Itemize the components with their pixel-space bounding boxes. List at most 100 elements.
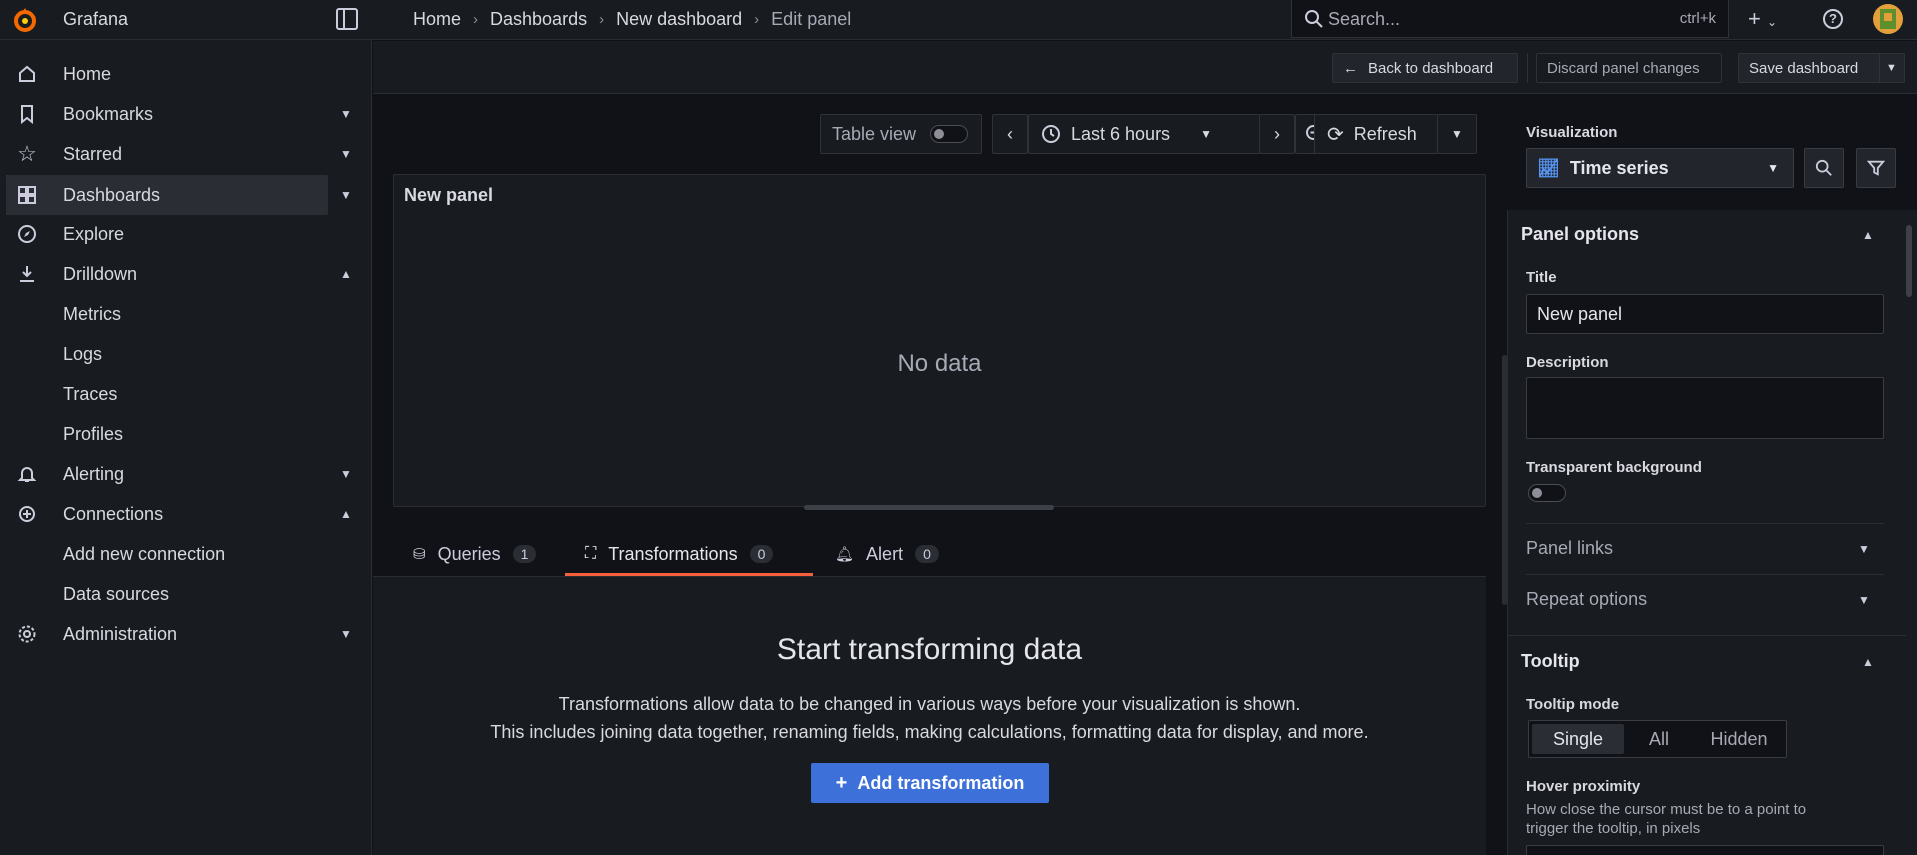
table-view-label: Table view xyxy=(832,123,917,144)
chevron-down-icon[interactable]: ▼ xyxy=(1858,542,1870,556)
help-icon[interactable]: ? xyxy=(1823,9,1843,29)
options-scrollbar[interactable] xyxy=(1906,225,1912,297)
save-options-dropdown[interactable]: ▼ xyxy=(1879,53,1905,83)
breadcrumb-home[interactable]: Home xyxy=(413,9,461,30)
sidebar-item-label: Alerting xyxy=(63,463,125,484)
sidebar-item-label: Administration xyxy=(63,623,178,644)
tab-label: Queries xyxy=(437,543,501,564)
add-transformation-button[interactable]: + Add transformation xyxy=(811,763,1049,803)
chevron-up-icon[interactable]: ▲ xyxy=(1862,228,1874,242)
cog-icon xyxy=(16,623,38,645)
chevron-down-icon: ▼ xyxy=(1200,127,1212,141)
time-range-back-button[interactable]: ‹ xyxy=(992,114,1028,154)
plus-icon: + xyxy=(835,771,848,794)
refresh-interval-dropdown[interactable]: ▼ xyxy=(1437,114,1477,154)
sidebar-item-profiles[interactable]: Profiles xyxy=(0,414,360,454)
chevron-down-icon[interactable]: ▼ xyxy=(340,107,352,121)
repeat-options-header[interactable]: Repeat options xyxy=(1526,589,1647,610)
count-badge: 0 xyxy=(749,545,774,563)
dock-menu-icon[interactable] xyxy=(336,8,358,30)
search-placeholder: Search... xyxy=(1328,9,1401,29)
chevron-right-icon: › xyxy=(1274,123,1280,144)
tooltip-mode-all[interactable]: All xyxy=(1624,724,1694,754)
tooltip-mode-hidden[interactable]: Hidden xyxy=(1694,724,1784,754)
title-input[interactable]: New panel xyxy=(1526,294,1884,334)
sidebar-item-data-sources[interactable]: Data sources xyxy=(0,574,360,614)
hover-desc-line-1: How close the cursor must be to a point … xyxy=(1526,801,1807,818)
refresh-label: Refresh xyxy=(1353,123,1417,144)
breadcrumb-new-dashboard[interactable]: New dashboard xyxy=(616,9,742,30)
count-badge: 1 xyxy=(512,545,537,563)
tab-alert[interactable]: 🔔︎ Alert 0 xyxy=(835,533,939,575)
search-icon xyxy=(1305,10,1323,28)
time-range-forward-button[interactable]: › xyxy=(1259,114,1295,154)
chevron-down-icon[interactable]: ▼ xyxy=(340,467,352,481)
back-to-dashboard-button[interactable]: ← Back to dashboard xyxy=(1332,53,1518,83)
filter-options-button[interactable] xyxy=(1856,148,1896,188)
sidebar-item-explore[interactable]: Explore xyxy=(0,214,360,254)
add-transformation-label: Add transformation xyxy=(857,772,1025,793)
save-dashboard-button[interactable]: Save dashboard xyxy=(1738,53,1888,83)
sidebar-item-label: Dashboards xyxy=(63,184,161,205)
grafana-logo-icon[interactable] xyxy=(10,5,40,35)
tooltip-mode-single[interactable]: Single xyxy=(1532,724,1624,754)
table-view-switch[interactable] xyxy=(930,125,969,143)
discard-panel-changes-button[interactable]: Discard panel changes xyxy=(1536,53,1722,83)
sidebar-item-label: Explore xyxy=(63,223,125,244)
sidebar-item-drilldown[interactable]: Drilldown ▲ xyxy=(0,254,360,294)
chevron-up-icon[interactable]: ▲ xyxy=(340,507,352,521)
description-label: Description xyxy=(1526,354,1609,371)
breadcrumb-dashboards[interactable]: Dashboards xyxy=(490,9,587,30)
connections-icon xyxy=(16,503,38,525)
chevron-up-icon[interactable]: ▲ xyxy=(340,267,352,281)
chevron-down-icon[interactable]: ▼ xyxy=(1858,593,1870,607)
tooltip-header[interactable]: Tooltip xyxy=(1521,651,1580,672)
sidebar-item-connections[interactable]: Connections ▲ xyxy=(0,494,360,534)
sidebar-item-traces[interactable]: Traces xyxy=(0,374,360,414)
tab-label: Transformations xyxy=(608,543,738,564)
panel-preview[interactable]: New panel No data xyxy=(393,174,1486,507)
panel-options-header[interactable]: Panel options xyxy=(1521,224,1639,245)
time-range-picker[interactable]: Last 6 hours ▼ xyxy=(1028,114,1260,154)
sidebar-item-administration[interactable]: Administration ▼ xyxy=(0,614,360,654)
chevron-down-icon[interactable]: ▼ xyxy=(340,188,352,202)
panel-links-header[interactable]: Panel links xyxy=(1526,538,1613,559)
chevron-down-icon[interactable]: ▼ xyxy=(340,627,352,641)
chevron-down-icon[interactable]: ▼ xyxy=(340,147,352,161)
tab-queries[interactable]: ⛁ Queries 1 xyxy=(413,533,537,575)
save-label: Save dashboard xyxy=(1749,59,1859,77)
title-input-value: New panel xyxy=(1537,303,1623,324)
search-input[interactable]: Search... ctrl+k xyxy=(1291,0,1729,38)
sidebar-item-home[interactable]: Home xyxy=(0,54,360,94)
sidebar-item-alerting[interactable]: Alerting ▼ xyxy=(0,454,360,494)
tab-transformations[interactable]: ⛶ Transformations 0 xyxy=(565,533,813,576)
divider xyxy=(1527,53,1528,83)
description-textarea[interactable] xyxy=(1526,377,1884,439)
new-menu-icon[interactable]: + ⌄ xyxy=(1748,6,1777,32)
back-to-dashboard-label: Back to dashboard xyxy=(1368,59,1494,77)
panel-resize-handle[interactable] xyxy=(804,505,1054,510)
chevron-down-icon: ▼ xyxy=(1886,62,1897,74)
sidebar-item-logs[interactable]: Logs xyxy=(0,334,360,374)
sidebar-item-dashboards[interactable]: Dashboards ▼ xyxy=(6,175,352,215)
transparent-background-switch[interactable] xyxy=(1528,484,1566,502)
bell-icon: 🔔︎ xyxy=(835,546,855,563)
chevron-up-icon[interactable]: ▲ xyxy=(1862,655,1874,669)
avatar[interactable] xyxy=(1873,4,1903,34)
sidebar-item-add-new-connection[interactable]: Add new connection xyxy=(0,534,360,574)
search-icon xyxy=(1815,159,1832,176)
hover-proximity-description: How close the cursor must be to a point … xyxy=(1526,800,1806,838)
sidebar-item-bookmarks[interactable]: Bookmarks ▼ xyxy=(0,94,360,134)
divider xyxy=(1526,574,1884,575)
hover-proximity-input[interactable] xyxy=(1526,845,1884,855)
visualization-picker[interactable]: 📈︎ Time series ▼ xyxy=(1526,148,1794,188)
sidebar-item-metrics[interactable]: Metrics xyxy=(0,294,360,334)
sidebar-item-starred[interactable]: ☆ Starred ▼ xyxy=(0,134,360,174)
top-bar: Grafana Home › Dashboards › New dashboar… xyxy=(0,0,1917,40)
transform-icon: ⛶ xyxy=(585,545,597,562)
chevron-right-icon: › xyxy=(473,11,479,28)
table-view-toggle[interactable]: Table view xyxy=(820,114,982,154)
search-options-button[interactable] xyxy=(1804,148,1844,188)
refresh-button[interactable]: ⟳ Refresh xyxy=(1314,114,1438,154)
hover-desc-line-2: trigger the tooltip, in pixels xyxy=(1526,820,1701,837)
